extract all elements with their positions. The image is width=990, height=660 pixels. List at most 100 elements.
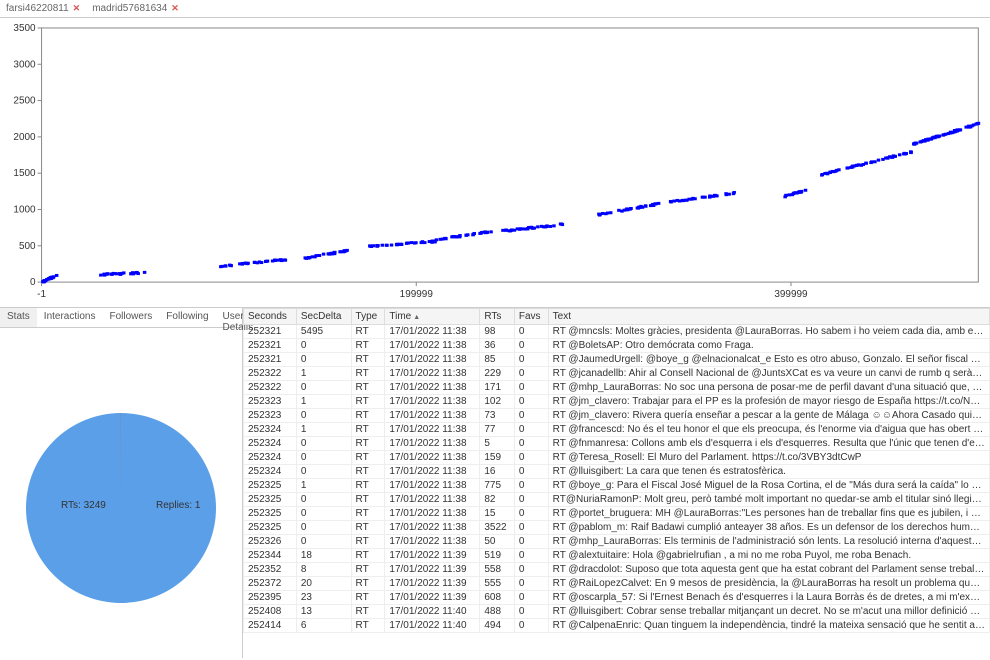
data-table-panel[interactable]: SecondsSecDeltaTypeTimeRTsFavsText 25232… <box>243 308 990 658</box>
cell-time: 17/01/2022 11:38 <box>385 507 480 521</box>
col-seconds[interactable]: Seconds <box>244 309 297 325</box>
cell-rts: 77 <box>480 423 514 437</box>
cell-secdelta: 0 <box>296 353 351 367</box>
cell-favs: 0 <box>514 409 548 423</box>
cell-favs: 0 <box>514 353 548 367</box>
table-row[interactable]: 2523210RT17/01/2022 11:38360RT @BoletsAP… <box>244 339 990 353</box>
col-rts[interactable]: RTs <box>480 309 514 325</box>
table-row[interactable]: 2523240RT17/01/2022 11:381590RT @Teresa_… <box>244 451 990 465</box>
cell-text: RT @portet_bruguera: MH @LauraBorras:"Le… <box>548 507 989 521</box>
cell-text: RT @pablom_m: Raif Badawi cumplió anteay… <box>548 521 989 535</box>
cell-time: 17/01/2022 11:38 <box>385 465 480 479</box>
table-row[interactable]: 25237220RT17/01/2022 11:395550RT @RaiLop… <box>244 577 990 591</box>
cell-seconds: 252324 <box>244 465 297 479</box>
table-row[interactable]: 2523250RT17/01/2022 11:38150RT @portet_b… <box>244 507 990 521</box>
cell-time: 17/01/2022 11:38 <box>385 353 480 367</box>
cell-favs: 0 <box>514 619 548 633</box>
cell-rts: 15 <box>480 507 514 521</box>
cell-time: 17/01/2022 11:39 <box>385 549 480 563</box>
cell-seconds: 252395 <box>244 591 297 605</box>
col-text[interactable]: Text <box>548 309 989 325</box>
table-row[interactable]: 2523220RT17/01/2022 11:381710RT @mhp_Lau… <box>244 381 990 395</box>
cell-secdelta: 0 <box>296 535 351 549</box>
chart-canvas: 0500100015002000250030003500-11999993999… <box>0 18 990 307</box>
table-row[interactable]: 2523215495RT17/01/2022 11:38980RT @mncsl… <box>244 325 990 339</box>
cell-secdelta: 5495 <box>296 325 351 339</box>
col-secdelta[interactable]: SecDelta <box>296 309 351 325</box>
close-icon[interactable]: ✕ <box>171 3 179 14</box>
cell-secdelta: 20 <box>296 577 351 591</box>
table-row[interactable]: 2523231RT17/01/2022 11:381020RT @jm_clav… <box>244 395 990 409</box>
cell-type: RT <box>351 577 385 591</box>
cell-time: 17/01/2022 11:38 <box>385 479 480 493</box>
cell-seconds: 252322 <box>244 367 297 381</box>
stats-tab-followers[interactable]: Followers <box>103 308 160 327</box>
cell-seconds: 252325 <box>244 493 297 507</box>
cell-rts: 775 <box>480 479 514 493</box>
cell-text: RT @dracdolot: Suposo que tota aquesta g… <box>548 563 989 577</box>
cell-secdelta: 1 <box>296 367 351 381</box>
cell-seconds: 252321 <box>244 339 297 353</box>
cell-rts: 73 <box>480 409 514 423</box>
table-row[interactable]: 2523240RT17/01/2022 11:3850RT @fnmanresa… <box>244 437 990 451</box>
table-row[interactable]: 2523250RT17/01/2022 11:3835220RT @pablom… <box>244 521 990 535</box>
table-row[interactable]: 2523260RT17/01/2022 11:38500RT @mhp_Laur… <box>244 535 990 549</box>
cell-type: RT <box>351 339 385 353</box>
cell-seconds: 252321 <box>244 353 297 367</box>
tab-label: madrid57681634 <box>92 3 167 14</box>
cell-favs: 0 <box>514 591 548 605</box>
stats-tab-bar: StatsInteractionsFollowersFollowingUser … <box>0 308 242 328</box>
stats-tab-stats[interactable]: Stats <box>0 308 37 327</box>
cell-secdelta: 0 <box>296 493 351 507</box>
close-icon[interactable]: ✕ <box>73 3 81 14</box>
col-favs[interactable]: Favs <box>514 309 548 325</box>
stats-tab-following[interactable]: Following <box>159 308 215 327</box>
cell-time: 17/01/2022 11:38 <box>385 437 480 451</box>
cell-secdelta: 18 <box>296 549 351 563</box>
cell-seconds: 252325 <box>244 479 297 493</box>
table-row[interactable]: 2523240RT17/01/2022 11:38160RT @lluisgib… <box>244 465 990 479</box>
cell-time: 17/01/2022 11:38 <box>385 367 480 381</box>
svg-text:2500: 2500 <box>13 96 36 107</box>
cell-rts: 171 <box>480 381 514 395</box>
svg-text:399999: 399999 <box>774 289 808 300</box>
cell-text: RT @jm_clavero: Rivera quería enseñar a … <box>548 409 989 423</box>
table-row[interactable]: 2523210RT17/01/2022 11:38850RT @JaumedUr… <box>244 353 990 367</box>
cell-seconds: 252325 <box>244 507 297 521</box>
table-row[interactable]: 2523528RT17/01/2022 11:395580RT @dracdol… <box>244 563 990 577</box>
svg-text:2000: 2000 <box>13 132 36 143</box>
cell-seconds: 252324 <box>244 423 297 437</box>
table-row[interactable]: 2523241RT17/01/2022 11:38770RT @francesc… <box>244 423 990 437</box>
cell-favs: 0 <box>514 563 548 577</box>
col-time[interactable]: Time <box>385 309 480 325</box>
table-row[interactable]: 2523250RT17/01/2022 11:38820RT@NuriaRamo… <box>244 493 990 507</box>
table-row[interactable]: 2523221RT17/01/2022 11:382290RT @jcanade… <box>244 367 990 381</box>
cell-type: RT <box>351 563 385 577</box>
table-row[interactable]: 2523251RT17/01/2022 11:387750RT @boye_g:… <box>244 479 990 493</box>
top-tab[interactable]: madrid57681634 ✕ <box>86 0 185 17</box>
cell-text: RT @jm_clavero: Trabajar para el PP es l… <box>548 395 989 409</box>
cell-type: RT <box>351 479 385 493</box>
cell-seconds: 252344 <box>244 549 297 563</box>
cell-secdelta: 13 <box>296 605 351 619</box>
cell-type: RT <box>351 493 385 507</box>
cell-favs: 0 <box>514 507 548 521</box>
cell-favs: 0 <box>514 521 548 535</box>
col-type[interactable]: Type <box>351 309 385 325</box>
cell-favs: 0 <box>514 381 548 395</box>
cell-secdelta: 1 <box>296 479 351 493</box>
stats-tab-interactions[interactable]: Interactions <box>37 308 103 327</box>
table-row[interactable]: 2523230RT17/01/2022 11:38730RT @jm_clave… <box>244 409 990 423</box>
cell-rts: 50 <box>480 535 514 549</box>
table-row[interactable]: 25234418RT17/01/2022 11:395190RT @alextu… <box>244 549 990 563</box>
top-tab[interactable]: farsi46220811✕ <box>0 0 86 17</box>
cell-favs: 0 <box>514 339 548 353</box>
cell-type: RT <box>351 325 385 339</box>
cell-secdelta: 0 <box>296 437 351 451</box>
table-row[interactable]: 2524146RT17/01/2022 11:404940RT @Calpena… <box>244 619 990 633</box>
cell-rts: 494 <box>480 619 514 633</box>
cell-text: RT @francescd: No és el teu honor el que… <box>548 423 989 437</box>
table-row[interactable]: 25239523RT17/01/2022 11:396080RT @oscarp… <box>244 591 990 605</box>
table-row[interactable]: 25240813RT17/01/2022 11:404880RT @lluisg… <box>244 605 990 619</box>
cell-rts: 3522 <box>480 521 514 535</box>
